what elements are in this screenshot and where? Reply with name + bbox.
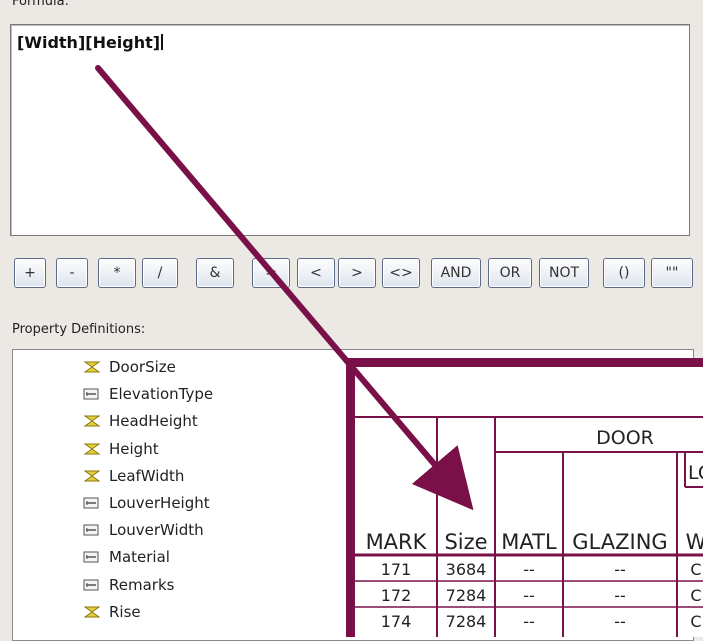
table-cell: -- — [523, 612, 535, 631]
operator-button-13[interactable]: "" — [651, 258, 693, 288]
automatic-property-icon — [83, 469, 101, 483]
table-cell: C — [690, 586, 701, 605]
table-cell: 171 — [381, 560, 412, 579]
formula-textbox[interactable]: [Width][Height] — [10, 24, 690, 236]
operator-button-label: OR — [499, 265, 521, 281]
column-header: Size — [444, 530, 487, 554]
manual-property-icon — [83, 578, 101, 592]
operator-button-0[interactable]: + — [14, 258, 46, 288]
property-definitions-label: Property Definitions: — [12, 322, 146, 337]
property-definition-label: Rise — [109, 602, 141, 621]
operator-button-label: AND — [440, 265, 472, 281]
operator-button-label: < — [310, 265, 322, 281]
schedule-table: DOOR LO MARK Size MATL GLAZING W 171 3684 -- -- C 17… — [355, 416, 703, 637]
operator-button-label: () — [618, 265, 630, 281]
operator-button-9[interactable]: AND — [431, 258, 481, 288]
operator-button-7[interactable]: > — [338, 258, 376, 288]
operator-toolbar: + - * / & = < > <> AND OR NOT() "" — [0, 258, 703, 292]
operator-button-8[interactable]: <> — [382, 258, 420, 288]
operator-button-1[interactable]: - — [56, 258, 88, 288]
operator-button-2[interactable]: * — [98, 258, 136, 288]
property-definition-item[interactable]: LeafWidth — [83, 463, 184, 489]
operator-button-5[interactable]: = — [252, 258, 290, 288]
formula-label: Formula: — [12, 0, 69, 9]
column-header: MATL — [501, 530, 557, 554]
operator-button-11[interactable]: NOT — [539, 258, 589, 288]
manual-property-icon — [83, 550, 101, 564]
property-definition-item[interactable]: Material — [83, 544, 170, 570]
manual-property-icon — [83, 523, 101, 537]
operator-button-label: <> — [389, 265, 413, 281]
table-cell: 7284 — [446, 586, 487, 605]
property-definition-label: Height — [109, 439, 159, 458]
table-cell: 7284 — [446, 612, 487, 631]
formula-text: [Width][Height] — [17, 33, 164, 52]
property-definition-label: ElevationType — [109, 385, 214, 404]
table-cell: 174 — [381, 612, 412, 631]
column-header: MARK — [366, 530, 428, 554]
operator-button-12[interactable]: () — [603, 258, 645, 288]
table-cell: -- — [614, 586, 626, 605]
property-definition-label: LouverHeight — [109, 494, 210, 512]
property-definition-item[interactable]: HeadHeight — [83, 408, 198, 434]
manual-property-icon — [83, 496, 101, 510]
group-header-door: DOOR — [596, 427, 654, 449]
table-cell: 3684 — [446, 560, 487, 579]
property-definition-label: Material — [109, 548, 170, 567]
property-definition-label: LeafWidth — [109, 466, 185, 485]
property-definition-item[interactable]: Remarks — [83, 572, 174, 598]
table-cell: -- — [523, 560, 535, 579]
automatic-property-icon — [83, 414, 101, 428]
operator-button-label: > — [351, 265, 363, 281]
table-cell: -- — [523, 586, 535, 605]
property-definition-item[interactable]: LouverWidth — [83, 517, 204, 543]
sub-header: LO — [688, 462, 703, 484]
automatic-property-icon — [83, 605, 101, 619]
table-cell: C — [690, 612, 701, 631]
operator-button-3[interactable]: / — [142, 258, 178, 288]
property-definition-label: HeadHeight — [109, 412, 198, 431]
table-cell: 172 — [381, 586, 412, 605]
property-definition-item[interactable]: DoorSize — [83, 354, 176, 380]
operator-button-6[interactable]: < — [297, 258, 335, 288]
manual-property-icon — [83, 387, 101, 401]
table-cell: -- — [614, 612, 626, 631]
operator-button-label: + — [24, 265, 36, 281]
operator-button-label: NOT — [548, 265, 580, 281]
table-cell: -- — [614, 560, 626, 579]
operator-button-label: / — [157, 265, 163, 281]
automatic-property-icon — [83, 442, 101, 456]
table-cell: C — [690, 560, 701, 579]
property-definition-item[interactable]: Rise — [83, 599, 141, 625]
operator-button-10[interactable]: OR — [488, 258, 532, 288]
property-definition-item[interactable]: ElevationType — [83, 381, 213, 407]
property-definition-item[interactable]: LouverHeight — [83, 490, 210, 516]
property-definition-item[interactable]: Height — [83, 436, 159, 462]
column-header: GLAZING — [572, 530, 667, 554]
operator-button-label: "" — [665, 265, 679, 281]
operator-button-label: & — [209, 265, 221, 281]
operator-button-label: * — [113, 265, 121, 281]
operator-button-4[interactable]: & — [196, 258, 234, 288]
property-definition-label: DoorSize — [109, 358, 176, 376]
property-definition-label: Remarks — [109, 575, 175, 594]
property-definition-label: LouverWidth — [109, 521, 204, 540]
operator-button-label: = — [265, 265, 277, 281]
text-caret — [161, 34, 164, 50]
operator-button-label: - — [69, 265, 75, 281]
schedule-table-overlay: DOOR LO MARK Size MATL GLAZING W 171 3684 -- -- C 17… — [346, 358, 703, 637]
automatic-property-icon — [83, 360, 101, 374]
column-header: W — [686, 530, 703, 554]
